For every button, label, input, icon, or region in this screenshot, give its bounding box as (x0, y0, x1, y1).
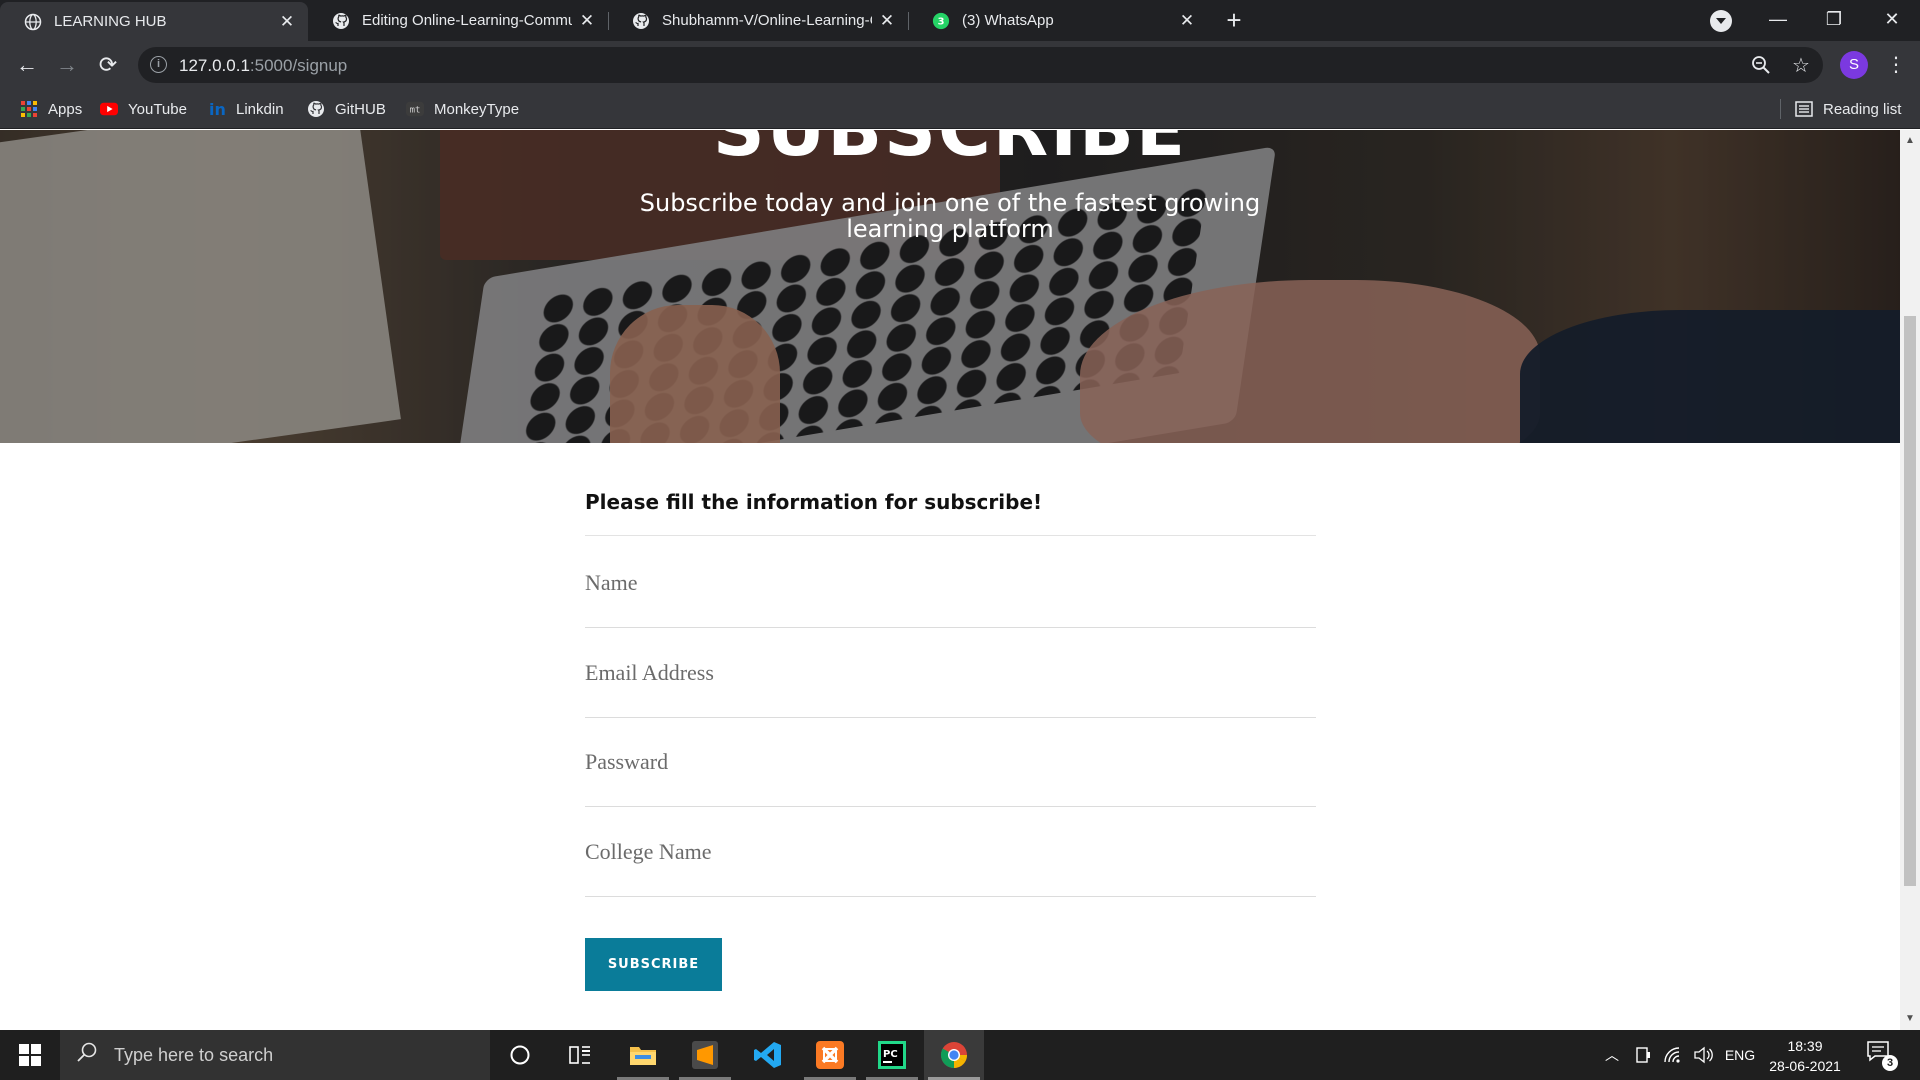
task-view-icon[interactable] (550, 1030, 610, 1080)
taskbar-clock[interactable]: 18:39 28-06-2021 (1760, 1036, 1850, 1076)
url-path: :5000/signup (249, 56, 348, 75)
clock-date: 28-06-2021 (1769, 1058, 1841, 1074)
search-placeholder: Type here to search (114, 1044, 274, 1065)
svg-text:in: in (209, 100, 226, 118)
wifi-icon[interactable] (1660, 1030, 1686, 1080)
back-arrow-icon[interactable]: ← (15, 53, 39, 77)
reload-icon[interactable]: ⟳ (96, 53, 120, 77)
globe-icon (24, 13, 42, 31)
show-hidden-icons-chevron-icon[interactable]: ︿ (1600, 1030, 1624, 1080)
notification-count-badge: 3 (1882, 1055, 1898, 1071)
whatsapp-badge-count: 3 (938, 16, 945, 27)
scroll-up-arrow-icon[interactable]: ▲ (1905, 136, 1915, 146)
browser-menu-icon[interactable]: ⋮ (1886, 53, 1906, 77)
tab-learning-hub[interactable]: LEARNING HUB ✕ (0, 2, 308, 41)
hero-subtitle: Subscribe today and join one of the fast… (639, 189, 1261, 243)
search-icon (76, 1041, 100, 1069)
bookmark-label: Apps (48, 100, 83, 118)
close-window-icon[interactable]: ✕ (1864, 0, 1920, 41)
bookmark-github[interactable]: GitHUB (307, 98, 386, 120)
subscribe-button[interactable]: SUBSCRIBE (585, 938, 722, 991)
hero-title: SUBSCRIBE (712, 130, 1188, 172)
site-info-icon[interactable]: i (150, 56, 167, 73)
tab-title: LEARNING HUB (54, 13, 167, 30)
email-input[interactable] (585, 628, 1316, 718)
xampp-icon[interactable] (800, 1030, 860, 1080)
zoom-magnifier-icon[interactable] (1750, 55, 1772, 77)
svg-text:PC: PC (883, 1049, 898, 1060)
new-tab-button[interactable]: + (1221, 7, 1247, 33)
youtube-icon (100, 100, 118, 118)
bookmark-label: GitHUB (335, 100, 386, 118)
windows-taskbar: Type here to search PC ︿ ENG 18:39 28-06… (0, 1030, 1920, 1080)
github-icon (307, 100, 325, 118)
tab-title: Editing Online-Learning-Commun (362, 12, 572, 29)
close-tab-icon[interactable]: ✕ (578, 11, 596, 31)
clock-time: 18:39 (1787, 1038, 1823, 1054)
language-indicator[interactable]: ENG (1720, 1030, 1760, 1080)
name-input[interactable] (585, 538, 1316, 628)
apps-grid-icon (20, 100, 38, 118)
bookmark-star-icon[interactable]: ☆ (1790, 55, 1812, 77)
bookmarks-bar: Apps YouTube in Linkdin GitHUB mt Monkey… (0, 89, 1920, 129)
monkeytype-icon: mt (406, 100, 424, 118)
bookmark-label: MonkeyType (434, 100, 520, 118)
page-viewport: SUBSCRIBE Subscribe today and join one o… (0, 130, 1900, 1030)
volume-icon[interactable] (1690, 1030, 1716, 1080)
hero-banner: SUBSCRIBE Subscribe today and join one o… (0, 130, 1900, 443)
github-icon (332, 12, 350, 30)
tab-shubhamm-repo[interactable]: Shubhamm-V/Online-Learning-C ✕ (608, 0, 908, 41)
pycharm-icon[interactable]: PC (862, 1030, 922, 1080)
tab-search-chevron-icon[interactable] (1710, 10, 1732, 32)
tab-title: (3) WhatsApp (962, 12, 1054, 29)
action-center-button[interactable]: 3 (1866, 1040, 1898, 1071)
bookmark-label: YouTube (128, 100, 187, 118)
browser-tab-strip: LEARNING HUB ✕ Editing Online-Learning-C… (0, 0, 1920, 41)
hero-overlay (0, 130, 1900, 443)
whatsapp-icon: 3 (932, 12, 950, 30)
scroll-thumb[interactable] (1904, 316, 1916, 886)
browser-toolbar: ← → ⟳ i 127.0.0.1:5000/signup ☆ S ⋮ (0, 41, 1920, 89)
close-tab-icon[interactable]: ✕ (878, 11, 896, 31)
bookmark-linkdin[interactable]: in Linkdin (208, 98, 284, 120)
page-scrollbar[interactable]: ▲ ▼ (1900, 130, 1920, 1030)
chrome-icon[interactable] (924, 1030, 984, 1080)
meet-now-icon[interactable] (1630, 1030, 1656, 1080)
start-button[interactable] (0, 1030, 60, 1080)
github-icon (632, 12, 650, 30)
bookmarks-separator (1780, 99, 1781, 119)
restore-window-icon[interactable]: ❐ (1806, 0, 1862, 41)
profile-avatar[interactable]: S (1840, 51, 1868, 79)
windows-logo-icon (19, 1044, 41, 1066)
scroll-down-arrow-icon[interactable]: ▼ (1905, 1014, 1915, 1024)
password-input[interactable] (585, 717, 1316, 807)
tab-title: Shubhamm-V/Online-Learning-C (662, 12, 872, 29)
tab-editing-online-learning[interactable]: Editing Online-Learning-Commun ✕ (308, 0, 608, 41)
bookmark-label: Linkdin (236, 100, 284, 118)
bookmark-monkeytype[interactable]: mt MonkeyType (406, 98, 519, 120)
reading-list-button[interactable]: Reading list (1795, 98, 1901, 120)
reading-list-icon (1795, 100, 1813, 118)
bookmark-apps[interactable]: Apps (20, 98, 82, 120)
close-tab-icon[interactable]: ✕ (1178, 11, 1196, 31)
bookmark-youtube[interactable]: YouTube (100, 98, 187, 120)
vscode-icon[interactable] (738, 1030, 798, 1080)
taskbar-search-box[interactable]: Type here to search (60, 1030, 490, 1080)
tab-whatsapp[interactable]: 3 (3) WhatsApp ✕ (908, 0, 1208, 41)
close-tab-icon[interactable]: ✕ (278, 12, 296, 32)
sublime-text-icon[interactable] (675, 1030, 735, 1080)
cortana-icon[interactable] (490, 1030, 550, 1080)
college-name-input[interactable] (585, 807, 1316, 897)
file-explorer-icon[interactable] (613, 1030, 673, 1080)
address-bar[interactable]: i 127.0.0.1:5000/signup ☆ (138, 47, 1823, 83)
url-text[interactable]: 127.0.0.1:5000/signup (179, 56, 347, 76)
form-heading: Please fill the information for subscrib… (585, 490, 1316, 536)
url-host: 127.0.0.1 (179, 56, 250, 75)
reading-list-label: Reading list (1823, 100, 1902, 118)
linkedin-icon: in (208, 100, 226, 118)
minimize-window-icon[interactable]: — (1750, 0, 1806, 41)
monkeytype-icon-text: mt (410, 106, 421, 116)
forward-arrow-icon[interactable]: → (55, 53, 79, 77)
